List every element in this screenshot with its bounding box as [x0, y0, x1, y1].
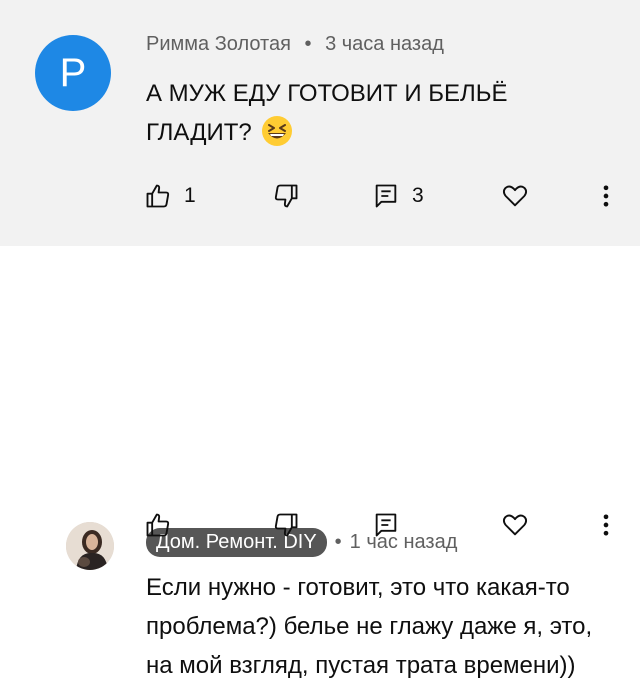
heart-button[interactable]: [501, 182, 529, 210]
heart-icon: [502, 185, 528, 207]
more-vert-icon: [603, 514, 609, 536]
meta-separator: •: [304, 33, 312, 55]
comment-text: Если нужно - готовит, это что какая-то п…: [146, 574, 593, 679]
avatar[interactable]: P: [35, 35, 111, 111]
reply-icon: [375, 513, 397, 537]
reply-button[interactable]: [372, 511, 400, 539]
comment-text-content: А МУЖ ЕДУ ГОТОВИТ И БЕЛЬЁ ГЛАДИТ?: [146, 80, 508, 146]
replies-button[interactable]: 3: [372, 182, 424, 210]
comment-meta: Римма Золотая • 3 часа назад: [146, 33, 444, 56]
like-count: 1: [184, 184, 196, 207]
heart-button[interactable]: [501, 511, 529, 539]
heart-icon: [502, 514, 528, 536]
comment-text: А МУЖ ЕДУ ГОТОВИТ И БЕЛЬЁ ГЛАДИТ?: [146, 74, 596, 152]
thumb-up-icon: [146, 513, 170, 537]
thumb-down-icon: [274, 184, 298, 208]
more-options-button[interactable]: [592, 511, 620, 539]
comment-1: P Римма Золотая • 3 часа назад А МУЖ ЕДУ…: [0, 0, 640, 246]
more-vert-icon: [603, 185, 609, 207]
reply-count: 3: [412, 184, 424, 207]
comment-meta: Дом. Ремонт. DIY • 1 час назад: [146, 528, 457, 557]
grinning-squinting-face-emoji: [261, 116, 292, 146]
thumb-up-icon: [146, 184, 170, 208]
comment-2: Дом. Ремонт. DIY • 1 час назад Если нужн…: [0, 246, 640, 679]
profile-photo: [66, 522, 114, 570]
timestamp[interactable]: 3 часа назад: [325, 33, 444, 55]
like-button[interactable]: [144, 511, 172, 539]
thumb-down-icon: [274, 513, 298, 537]
like-button[interactable]: 1: [144, 182, 196, 210]
author-name[interactable]: Римма Золотая: [146, 33, 291, 55]
meta-separator: •: [334, 531, 342, 553]
dislike-button[interactable]: [272, 182, 300, 210]
avatar[interactable]: [66, 522, 114, 570]
timestamp[interactable]: 1 час назад: [350, 531, 458, 554]
reply-icon: [375, 184, 397, 208]
dislike-button[interactable]: [272, 511, 300, 539]
more-options-button[interactable]: [592, 182, 620, 210]
